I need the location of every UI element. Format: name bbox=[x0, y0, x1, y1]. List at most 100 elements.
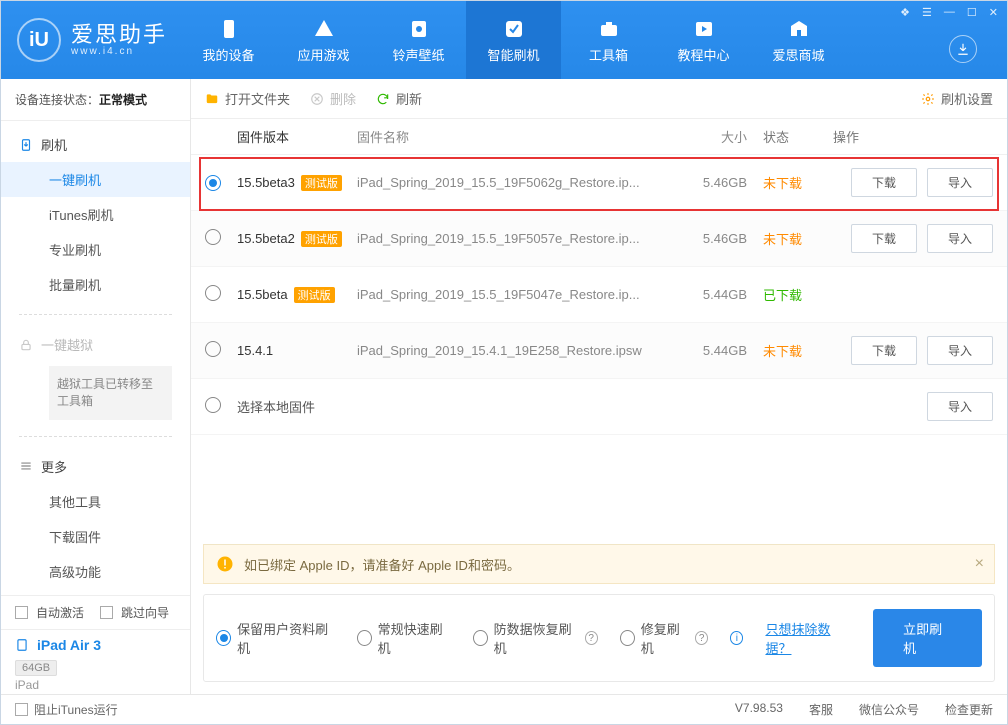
table-row[interactable]: 选择本地固件导入 bbox=[191, 379, 1007, 435]
sidebar-item[interactable]: 其他工具 bbox=[1, 484, 190, 519]
opt-anti-recover[interactable]: 防数据恢复刷机? bbox=[473, 619, 598, 657]
import-button[interactable]: 导入 bbox=[927, 336, 993, 365]
device-name[interactable]: iPad Air 3 bbox=[15, 636, 176, 654]
firmware-filename: iPad_Spring_2019_15.5_19F5062g_Restore.i… bbox=[357, 175, 683, 190]
nav-icon bbox=[312, 17, 336, 41]
row-radio[interactable] bbox=[205, 229, 221, 245]
firmware-status: 已下载 bbox=[763, 285, 833, 304]
download-button[interactable]: 下载 bbox=[851, 168, 917, 197]
check-update-link[interactable]: 检查更新 bbox=[945, 701, 993, 718]
delete-button: 删除 bbox=[310, 89, 356, 108]
maximize-button[interactable]: ☐ bbox=[964, 5, 980, 20]
apple-id-alert: 如已绑定 Apple ID，请准备好 Apple ID和密码。 × bbox=[203, 544, 995, 584]
info-icon[interactable]: i bbox=[730, 631, 743, 645]
beta-tag: 测试版 bbox=[301, 231, 342, 247]
sidebar-item[interactable]: iTunes刷机 bbox=[1, 197, 190, 232]
firmware-filename: iPad_Spring_2019_15.5_19F5047e_Restore.i… bbox=[357, 287, 683, 302]
firmware-size: 5.46GB bbox=[683, 231, 763, 246]
nav-icon bbox=[407, 17, 431, 41]
erase-only-link[interactable]: 只想抹除数据？ bbox=[765, 619, 851, 657]
firmware-size: 5.44GB bbox=[683, 343, 763, 358]
firmware-status: 未下载 bbox=[763, 173, 833, 192]
nav-icon bbox=[692, 17, 716, 41]
sidebar-item[interactable]: 一键刷机 bbox=[1, 162, 190, 197]
opt-keep-data[interactable]: 保留用户资料刷机 bbox=[216, 619, 335, 657]
nav-6[interactable]: 爱思商城 bbox=[751, 1, 846, 79]
nav-0[interactable]: 我的设备 bbox=[181, 1, 276, 79]
toolbar: 打开文件夹 删除 刷新 刷机设置 bbox=[191, 79, 1007, 119]
nav-icon bbox=[597, 17, 621, 41]
nav-icon bbox=[502, 17, 526, 41]
import-button[interactable]: 导入 bbox=[927, 224, 993, 253]
sidebar-item[interactable]: 下载固件 bbox=[1, 519, 190, 554]
app-version: V7.98.53 bbox=[735, 701, 783, 718]
window-controls: ❖ ☰ — ☐ ✕ bbox=[897, 5, 1001, 20]
minimize-button[interactable]: — bbox=[941, 5, 958, 20]
content: 打开文件夹 删除 刷新 刷机设置 固件版本 固件名称 大小 状态 操作 15.5… bbox=[191, 79, 1007, 694]
nav-icon bbox=[217, 17, 241, 41]
jailbreak-moved-note: 越狱工具已转移至工具箱 bbox=[49, 366, 172, 420]
open-folder-button[interactable]: 打开文件夹 bbox=[205, 89, 290, 108]
download-button[interactable]: 下载 bbox=[851, 224, 917, 253]
nav-2[interactable]: 铃声壁纸 bbox=[371, 1, 466, 79]
sidebar-item[interactable]: 高级功能 bbox=[1, 554, 190, 589]
win-btn[interactable]: ❖ bbox=[897, 5, 913, 20]
firmware-status: 未下载 bbox=[763, 229, 833, 248]
flash-settings-button[interactable]: 刷机设置 bbox=[921, 89, 993, 108]
firmware-status: 未下载 bbox=[763, 341, 833, 360]
sidebar-heading-flash[interactable]: 刷机 bbox=[1, 127, 190, 162]
sidebar: 设备连接状态：正常模式 刷机 一键刷机iTunes刷机专业刷机批量刷机 一键越狱… bbox=[1, 79, 191, 694]
help-icon[interactable]: ? bbox=[695, 631, 708, 645]
table-row[interactable]: 15.5beta3测试版iPad_Spring_2019_15.5_19F506… bbox=[191, 155, 1007, 211]
download-button[interactable]: 下载 bbox=[851, 336, 917, 365]
title-bar: iU 爱思助手 www.i4.cn 我的设备应用游戏铃声壁纸智能刷机工具箱教程中… bbox=[1, 1, 1007, 79]
nav-icon bbox=[787, 17, 811, 41]
skip-guide-checkbox[interactable] bbox=[100, 606, 113, 619]
nav-5[interactable]: 教程中心 bbox=[656, 1, 751, 79]
sidebar-item[interactable]: 专业刷机 bbox=[1, 232, 190, 267]
table-header: 固件版本 固件名称 大小 状态 操作 bbox=[191, 119, 1007, 155]
import-button[interactable]: 导入 bbox=[927, 392, 993, 421]
help-icon[interactable]: ? bbox=[585, 631, 598, 645]
support-link[interactable]: 客服 bbox=[809, 701, 833, 718]
sidebar-heading-jailbreak: 一键越狱 bbox=[1, 327, 190, 362]
beta-tag: 测试版 bbox=[301, 175, 342, 191]
logo: iU 爱思助手 www.i4.cn bbox=[1, 1, 181, 79]
row-radio[interactable] bbox=[205, 285, 221, 301]
block-itunes-label: 阻止iTunes运行 bbox=[34, 701, 118, 718]
alert-close-icon[interactable]: × bbox=[975, 555, 984, 573]
opt-repair[interactable]: 修复刷机? bbox=[620, 619, 708, 657]
row-radio[interactable] bbox=[205, 341, 221, 357]
top-nav: 我的设备应用游戏铃声壁纸智能刷机工具箱教程中心爱思商城 bbox=[181, 1, 1007, 79]
sidebar-item[interactable]: 批量刷机 bbox=[1, 267, 190, 302]
logo-icon: iU bbox=[17, 18, 61, 62]
flash-options: 保留用户资料刷机 常规快速刷机 防数据恢复刷机? 修复刷机? i 只想抹除数据？… bbox=[203, 594, 995, 682]
opt-fast[interactable]: 常规快速刷机 bbox=[357, 619, 451, 657]
block-itunes-checkbox[interactable] bbox=[15, 703, 28, 716]
nav-4[interactable]: 工具箱 bbox=[561, 1, 656, 79]
device-capacity: 64GB bbox=[15, 660, 57, 676]
brand-domain: www.i4.cn bbox=[71, 46, 167, 57]
row-radio[interactable] bbox=[205, 397, 221, 413]
close-button[interactable]: ✕ bbox=[986, 5, 1001, 20]
wechat-link[interactable]: 微信公众号 bbox=[859, 701, 919, 718]
nav-1[interactable]: 应用游戏 bbox=[276, 1, 371, 79]
table-row[interactable]: 15.5beta2测试版iPad_Spring_2019_15.5_19F505… bbox=[191, 211, 1007, 267]
table-row[interactable]: 15.4.1iPad_Spring_2019_15.4.1_19E258_Res… bbox=[191, 323, 1007, 379]
win-btn[interactable]: ☰ bbox=[919, 5, 935, 20]
downloads-button[interactable] bbox=[949, 35, 977, 63]
auto-activate-checkbox[interactable] bbox=[15, 606, 28, 619]
firmware-size: 5.44GB bbox=[683, 287, 763, 302]
row-radio[interactable] bbox=[205, 175, 221, 191]
firmware-filename: iPad_Spring_2019_15.5_19F5057e_Restore.i… bbox=[357, 231, 683, 246]
sidebar-heading-more[interactable]: 更多 bbox=[1, 449, 190, 484]
device-type: iPad bbox=[15, 676, 176, 692]
skip-guide-label: 跳过向导 bbox=[121, 604, 169, 621]
refresh-button[interactable]: 刷新 bbox=[376, 89, 422, 108]
table-row[interactable]: 15.5beta测试版iPad_Spring_2019_15.5_19F5047… bbox=[191, 267, 1007, 323]
import-button[interactable]: 导入 bbox=[927, 168, 993, 197]
flash-now-button[interactable]: 立即刷机 bbox=[873, 609, 982, 667]
connection-status: 设备连接状态：正常模式 bbox=[1, 79, 190, 121]
nav-3[interactable]: 智能刷机 bbox=[466, 1, 561, 79]
firmware-table: 15.5beta3测试版iPad_Spring_2019_15.5_19F506… bbox=[191, 155, 1007, 435]
